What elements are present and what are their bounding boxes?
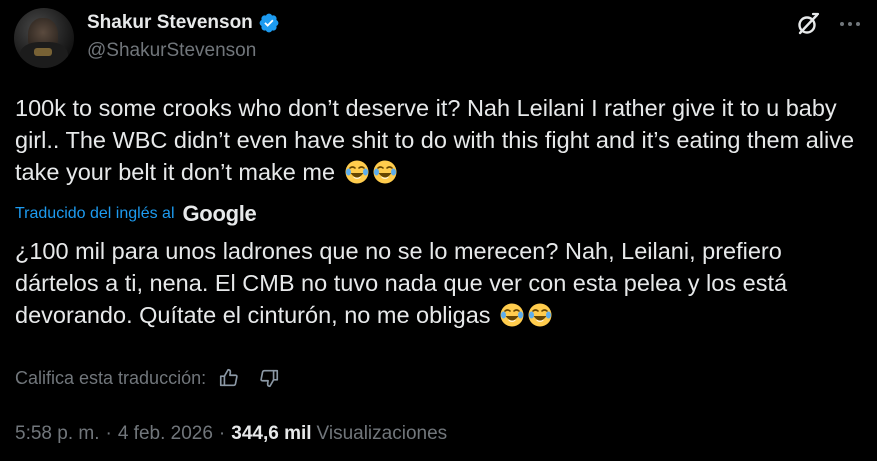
rate-translation-label: Califica esta traducción: [15, 367, 207, 388]
separator-dot: · [218, 423, 226, 444]
tweet-text: 100k to some crooks who don’t deserve it… [15, 92, 865, 188]
tears-of-joy-emoji [344, 159, 370, 185]
author-handle[interactable]: @ShakurStevenson [87, 40, 256, 62]
author-display-name[interactable]: Shakur Stevenson [87, 12, 253, 34]
rate-translation-row: Califica esta traducción: [15, 364, 282, 392]
verified-badge-icon[interactable] [258, 12, 280, 34]
more-icon[interactable] [836, 10, 864, 38]
tweet-meta: 5:58 p. m. · 4 feb. 2026 · 344,6 mil Vis… [15, 423, 447, 445]
avatar[interactable] [14, 8, 74, 68]
tears-of-joy-emoji [499, 302, 525, 328]
thumbs-down-icon[interactable] [256, 365, 282, 391]
views-label[interactable]: Visualizaciones [317, 423, 448, 445]
tweet-date[interactable]: 4 feb. 2026 [118, 423, 213, 445]
author-name-row[interactable]: Shakur Stevenson [87, 10, 280, 36]
translated-text-content: ¿100 mil para unos ladrones que no se lo… [15, 238, 794, 328]
translated-by-google-row[interactable]: Traducido del inglés al Google [15, 200, 257, 228]
tears-of-joy-emoji [372, 159, 398, 185]
tweet-text-content: 100k to some crooks who don’t deserve it… [15, 95, 861, 185]
tweet-time[interactable]: 5:58 p. m. [15, 423, 100, 445]
views-count[interactable]: 344,6 mil [231, 423, 311, 445]
translated-text: ¿100 mil para unos ladrones que no se lo… [15, 235, 865, 331]
google-logo: Google [182, 201, 257, 226]
translated-label[interactable]: Traducido del inglés al [15, 205, 175, 223]
tears-of-joy-emoji [527, 302, 553, 328]
thumbs-up-icon[interactable] [216, 365, 242, 391]
separator-dot: · [105, 423, 112, 444]
grok-icon[interactable] [794, 10, 822, 38]
